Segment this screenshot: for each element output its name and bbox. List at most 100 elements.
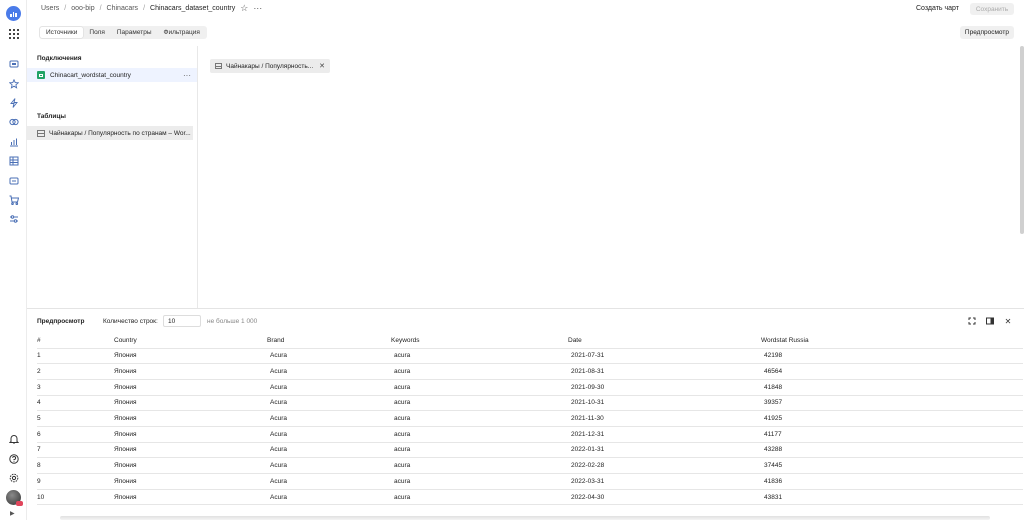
table-cell: Япония [114, 473, 267, 490]
table-cell: 2 [37, 363, 114, 380]
table-cell: 2022-04-30 [568, 489, 761, 506]
table-cell: 9 [37, 473, 114, 490]
preview-table-body: 1 Япония Acura acura 2021-07-31 42198 2 Япония A… [37, 348, 1023, 506]
table-cell: Acura [267, 348, 391, 365]
table-cell: acura [391, 348, 568, 365]
table-cell: 10 [37, 489, 114, 506]
table-cell: Япония [114, 457, 267, 474]
table-cell: 2021-11-30 [568, 410, 761, 427]
notifications-icon[interactable] [8, 433, 19, 444]
table-row: 8 Япония Acura acura 2022-02-28 37445 [37, 457, 1023, 474]
expand-icon[interactable]: ▶ [10, 510, 15, 517]
table-cell: 42198 [761, 348, 1023, 365]
navigation-rail: ▶ [0, 0, 27, 520]
close-preview-icon[interactable]: ✕ [1004, 317, 1012, 326]
table-cell: 43831 [761, 489, 1023, 506]
save-button[interactable]: Сохранить [970, 3, 1014, 15]
table-cell: Acura [267, 473, 391, 490]
sources-sidebar: Подключения Chinacart_wordstat_country ·… [27, 46, 198, 308]
table-cell: Acura [267, 363, 391, 380]
breadcrumb-folder[interactable]: Chinacars [107, 5, 139, 12]
preview-title: Предпросмотр [37, 318, 85, 325]
favorites-icon[interactable] [8, 78, 19, 89]
tab-fields[interactable]: Поля [83, 27, 110, 38]
connection-menu-icon[interactable]: ··· [183, 71, 191, 80]
table-row: 4 Япония Acura acura 2021-10-31 39357 [37, 395, 1023, 412]
table-cell: acura [391, 410, 568, 427]
table-cell: Acura [267, 489, 391, 506]
more-options-icon[interactable]: ··· [253, 4, 262, 13]
source-chip-label: Чайнакары / Популярность... [226, 62, 314, 70]
breadcrumb-separator: / [64, 5, 67, 12]
table-row: 9 Япония Acura acura 2022-03-31 41836 [37, 473, 1023, 490]
table-cell: 7 [37, 442, 114, 459]
breadcrumb: Users / ooo-bip / Chinacars / Chinacars_… [41, 4, 262, 13]
create-chart-button[interactable]: Создать чарт [916, 5, 959, 12]
column-header: # [37, 334, 114, 349]
charts-icon[interactable] [8, 136, 19, 147]
column-header: Keywords [391, 334, 568, 349]
connection-item[interactable]: Chinacart_wordstat_country ··· [27, 68, 197, 82]
help-icon[interactable] [8, 453, 19, 464]
table-cell: Acura [267, 426, 391, 443]
vertical-scrollbar[interactable] [1020, 46, 1024, 234]
header: Users / ooo-bip / Chinacars / Chinacars_… [27, 0, 1024, 20]
settings-icon[interactable] [8, 472, 19, 483]
settings-sliders-icon[interactable] [8, 213, 19, 224]
tab-parameters[interactable]: Параметры [111, 27, 158, 38]
table-cell: Япония [114, 363, 267, 380]
preview-button[interactable]: Предпросмотр [959, 26, 1014, 39]
tables-title: Таблицы [37, 113, 66, 120]
breadcrumb-separator: / [99, 5, 102, 12]
table-cell: 4 [37, 395, 114, 412]
column-header: Date [568, 334, 761, 349]
google-sheets-icon [37, 71, 45, 79]
rows-count-label: Количество строк: [103, 318, 158, 325]
table-cell: Acura [267, 395, 391, 412]
split-view-icon[interactable] [986, 317, 994, 325]
source-chip[interactable]: Чайнакары / Популярность... ✕ [210, 59, 331, 73]
reports-icon[interactable] [8, 194, 19, 205]
tab-sources[interactable]: Источники [40, 27, 84, 38]
table-cell: 2021-07-31 [568, 348, 761, 365]
table-cell: 39357 [761, 395, 1023, 412]
favorite-star-icon[interactable]: ☆ [240, 4, 248, 13]
table-cell: acura [391, 473, 568, 490]
table-cell: acura [391, 379, 568, 396]
table-item[interactable]: Чайнакары / Популярность по странам – Wo… [27, 126, 193, 140]
breadcrumb-separator: / [143, 5, 146, 12]
table-cell: 2022-03-31 [568, 473, 761, 490]
table-row: 2 Япония Acura acura 2021-08-31 46564 [37, 363, 1023, 380]
table-cell: 41925 [761, 410, 1023, 427]
table-cell: 43288 [761, 442, 1023, 459]
tab-filtering[interactable]: Фильтрация [158, 27, 206, 38]
dashboards-icon[interactable] [8, 175, 19, 186]
horizontal-scrollbar[interactable] [60, 516, 990, 520]
table-cell: acura [391, 363, 568, 380]
breadcrumb-users[interactable]: Users [41, 5, 59, 12]
table-cell: 41836 [761, 473, 1023, 490]
table-cell: 2022-02-28 [568, 457, 761, 474]
table-cell: 6 [37, 426, 114, 443]
recent-icon[interactable] [8, 97, 19, 108]
logo-icon[interactable] [6, 6, 21, 21]
breadcrumb-workspace[interactable]: ooo-bip [71, 5, 94, 12]
connections-icon[interactable] [8, 116, 19, 127]
table-cell: 2021-10-31 [568, 395, 761, 412]
table-cell: 5 [37, 410, 114, 427]
column-header: Wordstat Russia [761, 334, 1023, 349]
table-header-row: # Country Brand Keywords Date Wordstat R… [37, 334, 1023, 349]
rows-count-input[interactable] [163, 315, 201, 327]
table-cell: acura [391, 442, 568, 459]
table-icon [37, 129, 45, 137]
avatar[interactable] [6, 490, 23, 506]
apps-grid-icon[interactable] [8, 28, 19, 39]
table-cell: 2022-01-31 [568, 442, 761, 459]
datasets-icon[interactable] [8, 155, 19, 166]
collections-icon[interactable] [8, 58, 19, 69]
table-cell: acura [391, 457, 568, 474]
table-cell: 2021-12-31 [568, 426, 761, 443]
table-cell: 41848 [761, 379, 1023, 396]
fullscreen-icon[interactable] [968, 317, 976, 325]
close-icon[interactable]: ✕ [319, 62, 325, 70]
